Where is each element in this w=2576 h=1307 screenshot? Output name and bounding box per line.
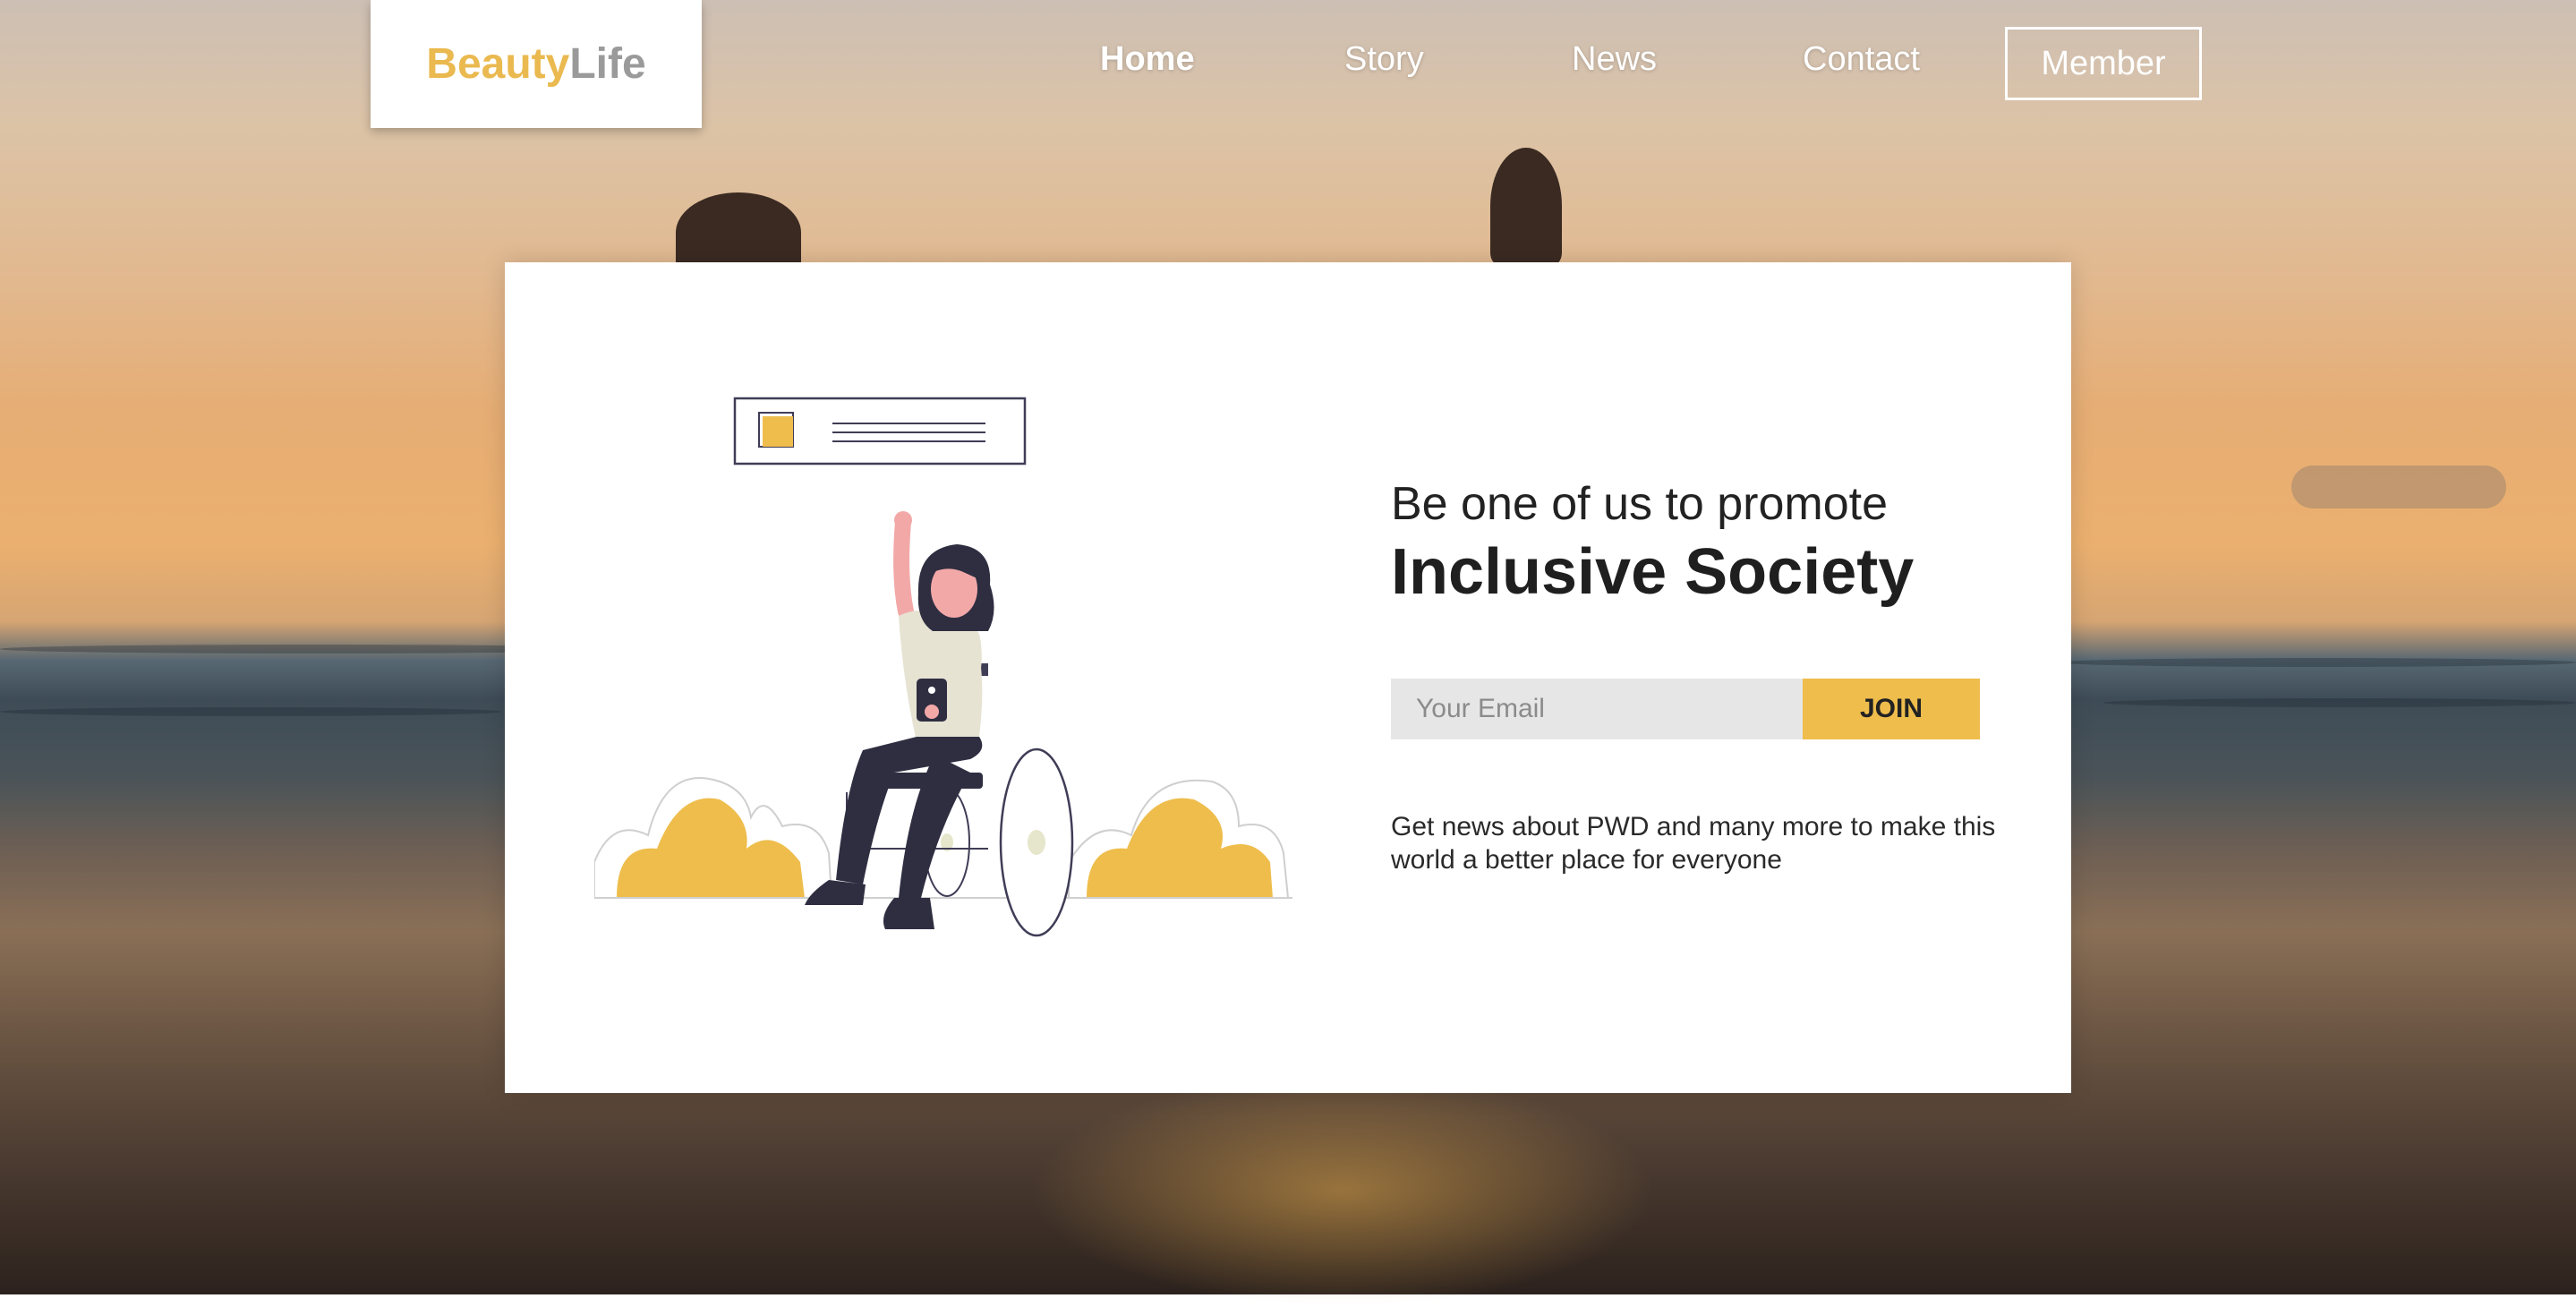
- wave: [0, 707, 501, 716]
- nav-item-contact[interactable]: Contact: [1803, 40, 1920, 79]
- signup-description: Get news about PWD and many more to make…: [1391, 812, 1996, 875]
- join-button[interactable]: JOIN: [1803, 679, 1980, 739]
- nav-item-story[interactable]: Story: [1344, 40, 1424, 79]
- cloud: [2291, 466, 2506, 508]
- logo-text-secondary: Life: [569, 40, 646, 88]
- nav-item-news[interactable]: News: [1572, 40, 1657, 79]
- person-silhouette: [676, 192, 801, 273]
- logo-text-primary: Beauty: [426, 40, 570, 88]
- wave: [2059, 658, 2576, 667]
- person-silhouette: [1490, 148, 1562, 264]
- woman-in-wheelchair-illustration: [594, 397, 1292, 937]
- wave: [2103, 698, 2576, 707]
- headline-title: Inclusive Society: [1391, 536, 1915, 608]
- signup-card: Be one of us to promote Inclusive Societ…: [505, 262, 2071, 1093]
- nav-item-home[interactable]: Home: [1100, 40, 1195, 79]
- logo[interactable]: Beauty Life: [371, 0, 702, 128]
- headline-intro: Be one of us to promote: [1391, 478, 1889, 530]
- email-input[interactable]: [1391, 679, 1803, 739]
- sun-reflection: [1029, 1074, 1656, 1307]
- member-button[interactable]: Member: [2005, 27, 2202, 100]
